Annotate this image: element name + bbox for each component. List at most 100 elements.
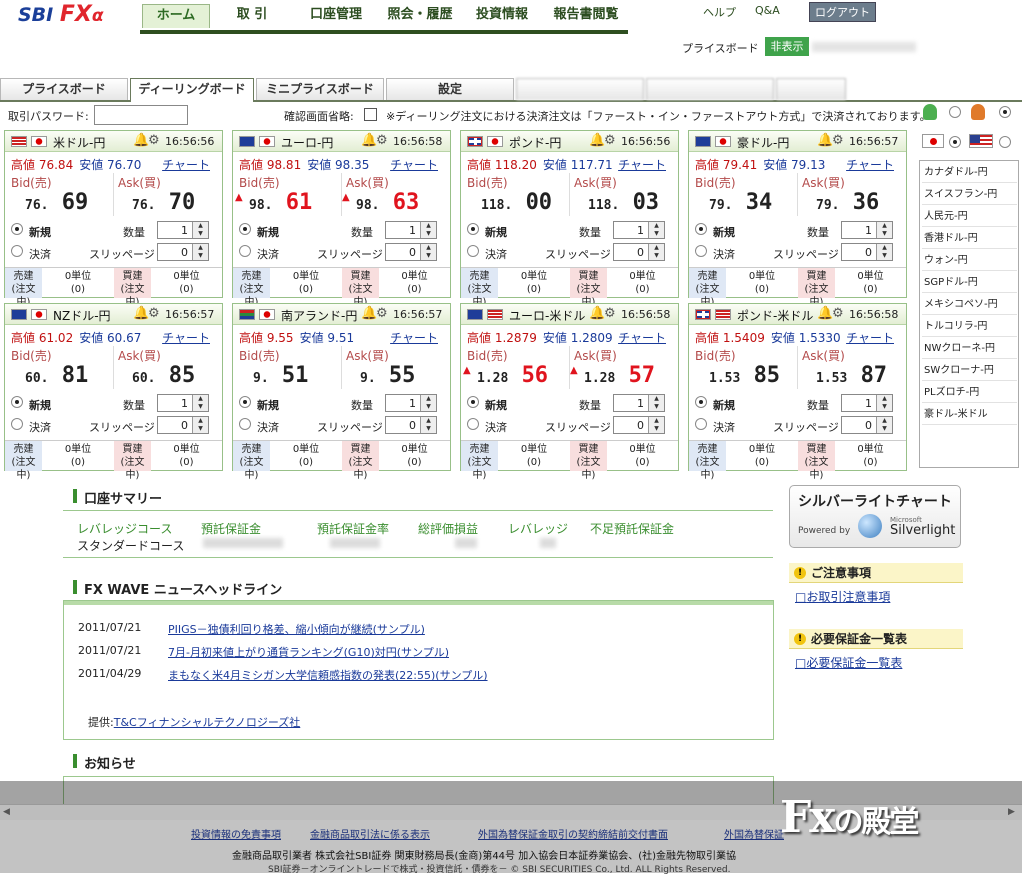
qty-stepper[interactable]: 1 ▲ ▼ <box>385 394 437 412</box>
scroll-right-icon[interactable]: ▶ <box>1008 807 1015 817</box>
nav-reports[interactable]: 報告書閲覧 <box>544 4 628 28</box>
gear-icon[interactable]: ⚙ <box>832 306 844 321</box>
ask-button[interactable]: Ask(買) 79. 36 <box>797 173 901 216</box>
footer-link[interactable]: 外国為替保証金取引の契約締結前交付書面 <box>478 826 668 841</box>
news-link[interactable]: PIIGS－独債利回り格差、縮小傾向が継続(サンプル) <box>168 621 425 637</box>
gear-icon[interactable]: ⚙ <box>376 133 388 148</box>
buy-position[interactable]: 買建(注文中) <box>342 268 379 308</box>
buy-position[interactable]: 買建(注文中) <box>342 441 379 481</box>
slip-stepper[interactable]: 0 ▲ ▼ <box>613 243 665 261</box>
bid-button[interactable]: Bid(売) 60. 81 <box>7 346 111 389</box>
chart-link[interactable]: チャート <box>390 156 438 173</box>
silverlight-chart-button[interactable]: シルバーライトチャート Powered by Microsoft Silverl… <box>789 485 961 548</box>
qty-stepper[interactable]: 1 ▲ ▼ <box>157 221 209 239</box>
tab-blurred-3[interactable] <box>776 78 846 100</box>
bid-button[interactable]: Bid(売) 118. 00 <box>463 173 567 216</box>
female-radio[interactable] <box>999 106 1011 118</box>
spin-arrows-icon[interactable]: ▲ ▼ <box>420 222 436 238</box>
qty-stepper[interactable]: 1 ▲ ▼ <box>841 221 893 239</box>
bid-button[interactable]: Bid(売) ▲ 98. 61 <box>235 173 339 216</box>
buy-position[interactable]: 買建(注文中) <box>570 268 607 308</box>
spin-arrows-icon[interactable]: ▲ ▼ <box>648 395 664 411</box>
new-radio[interactable] <box>11 396 23 408</box>
slip-stepper[interactable]: 0 ▲ ▼ <box>385 416 437 434</box>
gear-icon[interactable]: ⚙ <box>604 306 616 321</box>
ask-button[interactable]: Ask(買) ▲ 98. 63 <box>341 173 445 216</box>
chart-link[interactable]: チャート <box>162 156 210 173</box>
alert-icon[interactable]: 🔔 <box>133 133 149 148</box>
spin-arrows-icon[interactable]: ▲ ▼ <box>192 395 208 411</box>
credit-link[interactable]: T&Cフィナンシャルテクノロジーズ社 <box>114 716 301 729</box>
tab-dealingboard[interactable]: ディーリングボード <box>130 78 254 102</box>
sell-position[interactable]: 売建(注文中) <box>461 268 498 308</box>
slip-stepper[interactable]: 0 ▲ ▼ <box>613 416 665 434</box>
new-radio[interactable] <box>467 396 479 408</box>
chart-link[interactable]: チャート <box>618 156 666 173</box>
side-pair-item[interactable]: PLズロチ-円 <box>922 382 1017 403</box>
side-pair-item[interactable]: 香港ドル-円 <box>922 228 1017 249</box>
bid-button[interactable]: Bid(売) 9. 51 <box>235 346 339 389</box>
alert-icon[interactable]: 🔔 <box>361 133 377 148</box>
male-radio[interactable] <box>949 106 961 118</box>
side-pair-item[interactable]: 人民元-円 <box>922 206 1017 227</box>
bid-button[interactable]: Bid(売) 76. 69 <box>7 173 111 216</box>
settle-radio[interactable] <box>467 418 479 430</box>
buy-position[interactable]: 買建(注文中) <box>798 441 835 481</box>
spin-arrows-icon[interactable]: ▲ ▼ <box>876 395 892 411</box>
chart-link[interactable]: チャート <box>162 329 210 346</box>
margin-link[interactable]: □必要保証金一覧表 <box>795 654 902 671</box>
nav-trade[interactable]: 取 引 <box>222 4 282 28</box>
ask-button[interactable]: Ask(買) 9. 55 <box>341 346 445 389</box>
bid-button[interactable]: Bid(売) 79. 34 <box>691 173 795 216</box>
gear-icon[interactable]: ⚙ <box>832 133 844 148</box>
chart-link[interactable]: チャート <box>618 329 666 346</box>
footer-link[interactable]: 投資情報の免責事項 <box>191 826 281 841</box>
spin-arrows-icon[interactable]: ▲ ▼ <box>420 244 436 260</box>
sell-position[interactable]: 売建(注文中) <box>5 441 42 481</box>
ask-button[interactable]: Ask(買) 1.53 87 <box>797 346 901 389</box>
scroll-left-icon[interactable]: ◀ <box>3 807 10 817</box>
alert-icon[interactable]: 🔔 <box>133 306 149 321</box>
jp-radio[interactable] <box>949 136 961 148</box>
sell-position[interactable]: 売建(注文中) <box>461 441 498 481</box>
qty-stepper[interactable]: 1 ▲ ▼ <box>841 394 893 412</box>
news-link[interactable]: まもなく米4月ミシガン大学信頼感指数の発表(22:55)(サンプル) <box>168 667 488 683</box>
settle-radio[interactable] <box>11 418 23 430</box>
chart-link[interactable]: チャート <box>846 156 894 173</box>
sell-position[interactable]: 売建(注文中) <box>233 268 270 308</box>
spin-arrows-icon[interactable]: ▲ ▼ <box>420 395 436 411</box>
sbi-fx-alpha-logo[interactable]: SBI FXα <box>18 2 104 27</box>
ask-button[interactable]: Ask(買) 76. 70 <box>113 173 217 216</box>
side-pair-item[interactable]: カナダドル-円 <box>922 162 1017 183</box>
sell-position[interactable]: 売建(注文中) <box>5 268 42 308</box>
buy-position[interactable]: 買建(注文中) <box>114 441 151 481</box>
sell-position[interactable]: 売建(注文中) <box>689 268 726 308</box>
alert-icon[interactable]: 🔔 <box>361 306 377 321</box>
confirm-skip-checkbox[interactable] <box>364 108 377 121</box>
buy-position[interactable]: 買建(注文中) <box>114 268 151 308</box>
buy-position[interactable]: 買建(注文中) <box>798 268 835 308</box>
settle-radio[interactable] <box>695 418 707 430</box>
qty-stepper[interactable]: 1 ▲ ▼ <box>157 394 209 412</box>
settle-radio[interactable] <box>11 245 23 257</box>
spin-arrows-icon[interactable]: ▲ ▼ <box>192 222 208 238</box>
spin-arrows-icon[interactable]: ▲ ▼ <box>876 417 892 433</box>
nav-history[interactable]: 照会・履歴 <box>378 4 462 28</box>
settle-radio[interactable] <box>467 245 479 257</box>
spin-arrows-icon[interactable]: ▲ ▼ <box>876 222 892 238</box>
sell-position[interactable]: 売建(注文中) <box>233 441 270 481</box>
settle-radio[interactable] <box>239 418 251 430</box>
gear-icon[interactable]: ⚙ <box>148 306 160 321</box>
ask-button[interactable]: Ask(買) ▲ 1.28 57 <box>569 346 673 389</box>
password-input[interactable] <box>94 105 188 125</box>
sell-position[interactable]: 売建(注文中) <box>689 441 726 481</box>
spin-arrows-icon[interactable]: ▲ ▼ <box>876 244 892 260</box>
side-pair-item[interactable]: SWクローナ-円 <box>922 360 1017 381</box>
spin-arrows-icon[interactable]: ▲ ▼ <box>192 417 208 433</box>
settle-radio[interactable] <box>239 245 251 257</box>
alert-icon[interactable]: 🔔 <box>589 133 605 148</box>
alert-icon[interactable]: 🔔 <box>817 133 833 148</box>
gear-icon[interactable]: ⚙ <box>148 133 160 148</box>
spin-arrows-icon[interactable]: ▲ ▼ <box>648 417 664 433</box>
spin-arrows-icon[interactable]: ▲ ▼ <box>648 244 664 260</box>
